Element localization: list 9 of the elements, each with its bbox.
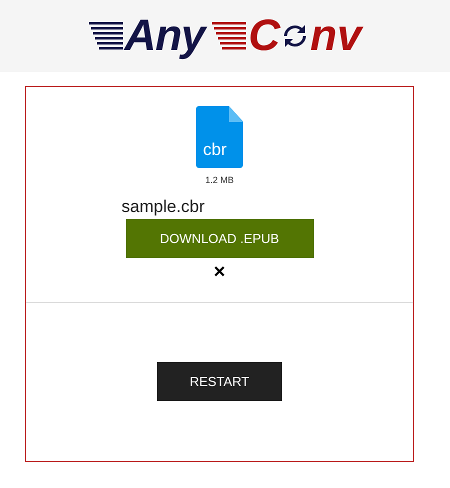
restart-button[interactable]: RESTART <box>157 362 282 401</box>
logo-text: nv <box>310 14 362 58</box>
refresh-icon <box>282 23 308 49</box>
file-name: sample.cbr <box>122 196 206 217</box>
file-icon: cbr <box>196 106 243 168</box>
download-button[interactable]: DOWNLOAD .EPUB <box>126 218 314 258</box>
file-size: 1.2 MB <box>205 174 234 187</box>
remove-button[interactable]: × <box>214 262 226 282</box>
logo-text: C <box>248 14 280 58</box>
